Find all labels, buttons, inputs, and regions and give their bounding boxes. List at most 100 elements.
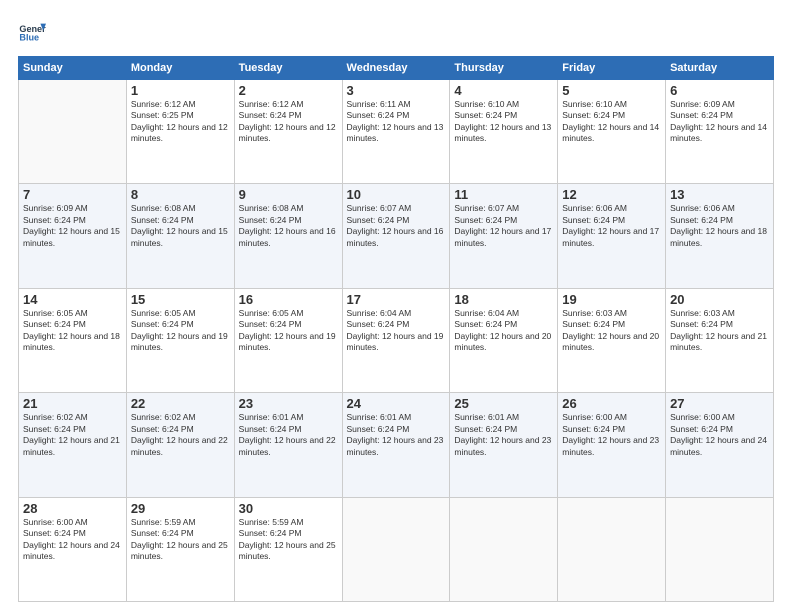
weekday-header-thursday: Thursday bbox=[450, 57, 558, 80]
calendar-cell: 14Sunrise: 6:05 AMSunset: 6:24 PMDayligh… bbox=[19, 288, 127, 392]
day-info: Sunrise: 6:03 AMSunset: 6:24 PMDaylight:… bbox=[562, 308, 661, 354]
weekday-header-tuesday: Tuesday bbox=[234, 57, 342, 80]
calendar-week-row: 21 Sunrise: 6:02 AMSunset: 6:24 PMDayligh… bbox=[19, 393, 774, 497]
day-info: Sunrise: 6:06 AMSunset: 6:24 PMDaylight:… bbox=[562, 203, 661, 249]
day-number: 21 bbox=[23, 396, 122, 411]
day-number: 3 bbox=[347, 83, 446, 98]
day-info: Sunrise: 6:12 AMSunset: 6:24 PMDaylight:… bbox=[239, 99, 338, 145]
day-info: Sunrise: 6:06 AMSunset: 6:24 PMDaylight:… bbox=[670, 203, 769, 249]
calendar-cell: 3Sunrise: 6:11 AMSunset: 6:24 PMDaylight… bbox=[342, 80, 450, 184]
day-info: Sunrise: 6:05 AMSunset: 6:24 PMDaylight:… bbox=[131, 308, 230, 354]
day-info: Sunrise: 6:01 AMSunset: 6:24 PMDaylight:… bbox=[347, 412, 446, 458]
day-info: Sunrise: 6:12 AMSunset: 6:25 PMDaylight:… bbox=[131, 99, 230, 145]
day-info: Sunrise: 6:00 AMSunset: 6:24 PMDaylight:… bbox=[670, 412, 769, 458]
day-number: 7 bbox=[23, 187, 122, 202]
calendar-cell: 1Sunrise: 6:12 AMSunset: 6:25 PMDaylight… bbox=[126, 80, 234, 184]
calendar-cell: 4Sunrise: 6:10 AMSunset: 6:24 PMDaylight… bbox=[450, 80, 558, 184]
calendar-cell: 9Sunrise: 6:08 AMSunset: 6:24 PMDaylight… bbox=[234, 184, 342, 288]
calendar-cell: 20Sunrise: 6:03 AMSunset: 6:24 PMDayligh… bbox=[666, 288, 774, 392]
weekday-header-wednesday: Wednesday bbox=[342, 57, 450, 80]
day-number: 23 bbox=[239, 396, 338, 411]
day-number: 4 bbox=[454, 83, 553, 98]
calendar-cell: 30Sunrise: 5:59 AMSunset: 6:24 PMDayligh… bbox=[234, 497, 342, 601]
day-number: 5 bbox=[562, 83, 661, 98]
day-number: 9 bbox=[239, 187, 338, 202]
weekday-header-saturday: Saturday bbox=[666, 57, 774, 80]
day-number: 11 bbox=[454, 187, 553, 202]
day-info: Sunrise: 6:05 AMSunset: 6:24 PMDaylight:… bbox=[239, 308, 338, 354]
calendar-table: SundayMondayTuesdayWednesdayThursdayFrid… bbox=[18, 56, 774, 602]
day-info: Sunrise: 6:07 AMSunset: 6:24 PMDaylight:… bbox=[347, 203, 446, 249]
day-info: Sunrise: 6:00 AMSunset: 6:24 PMDaylight:… bbox=[23, 517, 122, 563]
calendar-cell: 11Sunrise: 6:07 AMSunset: 6:24 PMDayligh… bbox=[450, 184, 558, 288]
day-info: Sunrise: 6:11 AMSunset: 6:24 PMDaylight:… bbox=[347, 99, 446, 145]
calendar-cell: 2Sunrise: 6:12 AMSunset: 6:24 PMDaylight… bbox=[234, 80, 342, 184]
logo: General Blue bbox=[18, 18, 46, 46]
day-number: 29 bbox=[131, 501, 230, 516]
calendar-cell: 21Sunrise: 6:02 AMSunset: 6:24 PMDayligh… bbox=[19, 393, 127, 497]
day-info: Sunrise: 6:09 AMSunset: 6:24 PMDaylight:… bbox=[670, 99, 769, 145]
day-info: Sunrise: 6:09 AMSunset: 6:24 PMDaylight:… bbox=[23, 203, 122, 249]
calendar-week-row: 1Sunrise: 6:12 AMSunset: 6:25 PMDaylight… bbox=[19, 80, 774, 184]
day-info: Sunrise: 6:04 AMSunset: 6:24 PMDaylight:… bbox=[347, 308, 446, 354]
calendar-cell: 27Sunrise: 6:00 AMSunset: 6:24 PMDayligh… bbox=[666, 393, 774, 497]
day-number: 12 bbox=[562, 187, 661, 202]
generalblue-logo-icon: General Blue bbox=[18, 18, 46, 46]
day-number: 14 bbox=[23, 292, 122, 307]
calendar-cell bbox=[666, 497, 774, 601]
calendar-cell bbox=[19, 80, 127, 184]
day-number: 2 bbox=[239, 83, 338, 98]
calendar-cell: 17Sunrise: 6:04 AMSunset: 6:24 PMDayligh… bbox=[342, 288, 450, 392]
weekday-header-row: SundayMondayTuesdayWednesdayThursdayFrid… bbox=[19, 57, 774, 80]
day-number: 27 bbox=[670, 396, 769, 411]
page: General Blue SundayMondayTuesdayWednesda… bbox=[0, 0, 792, 612]
calendar-cell: 24Sunrise: 6:01 AMSunset: 6:24 PMDayligh… bbox=[342, 393, 450, 497]
calendar-cell: 16Sunrise: 6:05 AMSunset: 6:24 PMDayligh… bbox=[234, 288, 342, 392]
weekday-header-monday: Monday bbox=[126, 57, 234, 80]
day-number: 25 bbox=[454, 396, 553, 411]
day-info: Sunrise: 6:10 AMSunset: 6:24 PMDaylight:… bbox=[454, 99, 553, 145]
calendar-cell: 12Sunrise: 6:06 AMSunset: 6:24 PMDayligh… bbox=[558, 184, 666, 288]
calendar-week-row: 14 Sunrise: 6:05 AMSunset: 6:24 PMDayligh… bbox=[19, 288, 774, 392]
calendar-cell: 29Sunrise: 5:59 AMSunset: 6:24 PMDayligh… bbox=[126, 497, 234, 601]
day-info: Sunrise: 6:08 AMSunset: 6:24 PMDaylight:… bbox=[239, 203, 338, 249]
day-number: 20 bbox=[670, 292, 769, 307]
day-number: 30 bbox=[239, 501, 338, 516]
calendar-cell: 25Sunrise: 6:01 AMSunset: 6:24 PMDayligh… bbox=[450, 393, 558, 497]
calendar-cell: 6Sunrise: 6:09 AMSunset: 6:24 PMDaylight… bbox=[666, 80, 774, 184]
day-number: 28 bbox=[23, 501, 122, 516]
weekday-header-sunday: Sunday bbox=[19, 57, 127, 80]
day-number: 24 bbox=[347, 396, 446, 411]
day-number: 10 bbox=[347, 187, 446, 202]
day-number: 13 bbox=[670, 187, 769, 202]
calendar-cell: 22Sunrise: 6:02 AMSunset: 6:24 PMDayligh… bbox=[126, 393, 234, 497]
day-info: Sunrise: 5:59 AMSunset: 6:24 PMDaylight:… bbox=[131, 517, 230, 563]
day-number: 16 bbox=[239, 292, 338, 307]
calendar-week-row: 7Sunrise: 6:09 AMSunset: 6:24 PMDaylight… bbox=[19, 184, 774, 288]
calendar-cell bbox=[450, 497, 558, 601]
calendar-cell: 5Sunrise: 6:10 AMSunset: 6:24 PMDaylight… bbox=[558, 80, 666, 184]
calendar-cell: 19Sunrise: 6:03 AMSunset: 6:24 PMDayligh… bbox=[558, 288, 666, 392]
day-info: Sunrise: 6:02 AMSunset: 6:24 PMDaylight:… bbox=[131, 412, 230, 458]
day-info: Sunrise: 6:07 AMSunset: 6:24 PMDaylight:… bbox=[454, 203, 553, 249]
calendar-cell bbox=[342, 497, 450, 601]
day-number: 22 bbox=[131, 396, 230, 411]
day-info: Sunrise: 6:08 AMSunset: 6:24 PMDaylight:… bbox=[131, 203, 230, 249]
day-info: Sunrise: 5:59 AMSunset: 6:24 PMDaylight:… bbox=[239, 517, 338, 563]
calendar-cell: 28Sunrise: 6:00 AMSunset: 6:24 PMDayligh… bbox=[19, 497, 127, 601]
calendar-cell: 8Sunrise: 6:08 AMSunset: 6:24 PMDaylight… bbox=[126, 184, 234, 288]
day-number: 15 bbox=[131, 292, 230, 307]
calendar-cell: 10Sunrise: 6:07 AMSunset: 6:24 PMDayligh… bbox=[342, 184, 450, 288]
calendar-cell bbox=[558, 497, 666, 601]
header: General Blue bbox=[18, 18, 774, 46]
day-number: 17 bbox=[347, 292, 446, 307]
calendar-cell: 23Sunrise: 6:01 AMSunset: 6:24 PMDayligh… bbox=[234, 393, 342, 497]
day-info: Sunrise: 6:04 AMSunset: 6:24 PMDaylight:… bbox=[454, 308, 553, 354]
calendar-week-row: 28Sunrise: 6:00 AMSunset: 6:24 PMDayligh… bbox=[19, 497, 774, 601]
svg-text:Blue: Blue bbox=[19, 32, 39, 42]
day-info: Sunrise: 6:01 AMSunset: 6:24 PMDaylight:… bbox=[239, 412, 338, 458]
calendar-cell: 7Sunrise: 6:09 AMSunset: 6:24 PMDaylight… bbox=[19, 184, 127, 288]
day-number: 8 bbox=[131, 187, 230, 202]
calendar-cell: 26Sunrise: 6:00 AMSunset: 6:24 PMDayligh… bbox=[558, 393, 666, 497]
day-number: 26 bbox=[562, 396, 661, 411]
